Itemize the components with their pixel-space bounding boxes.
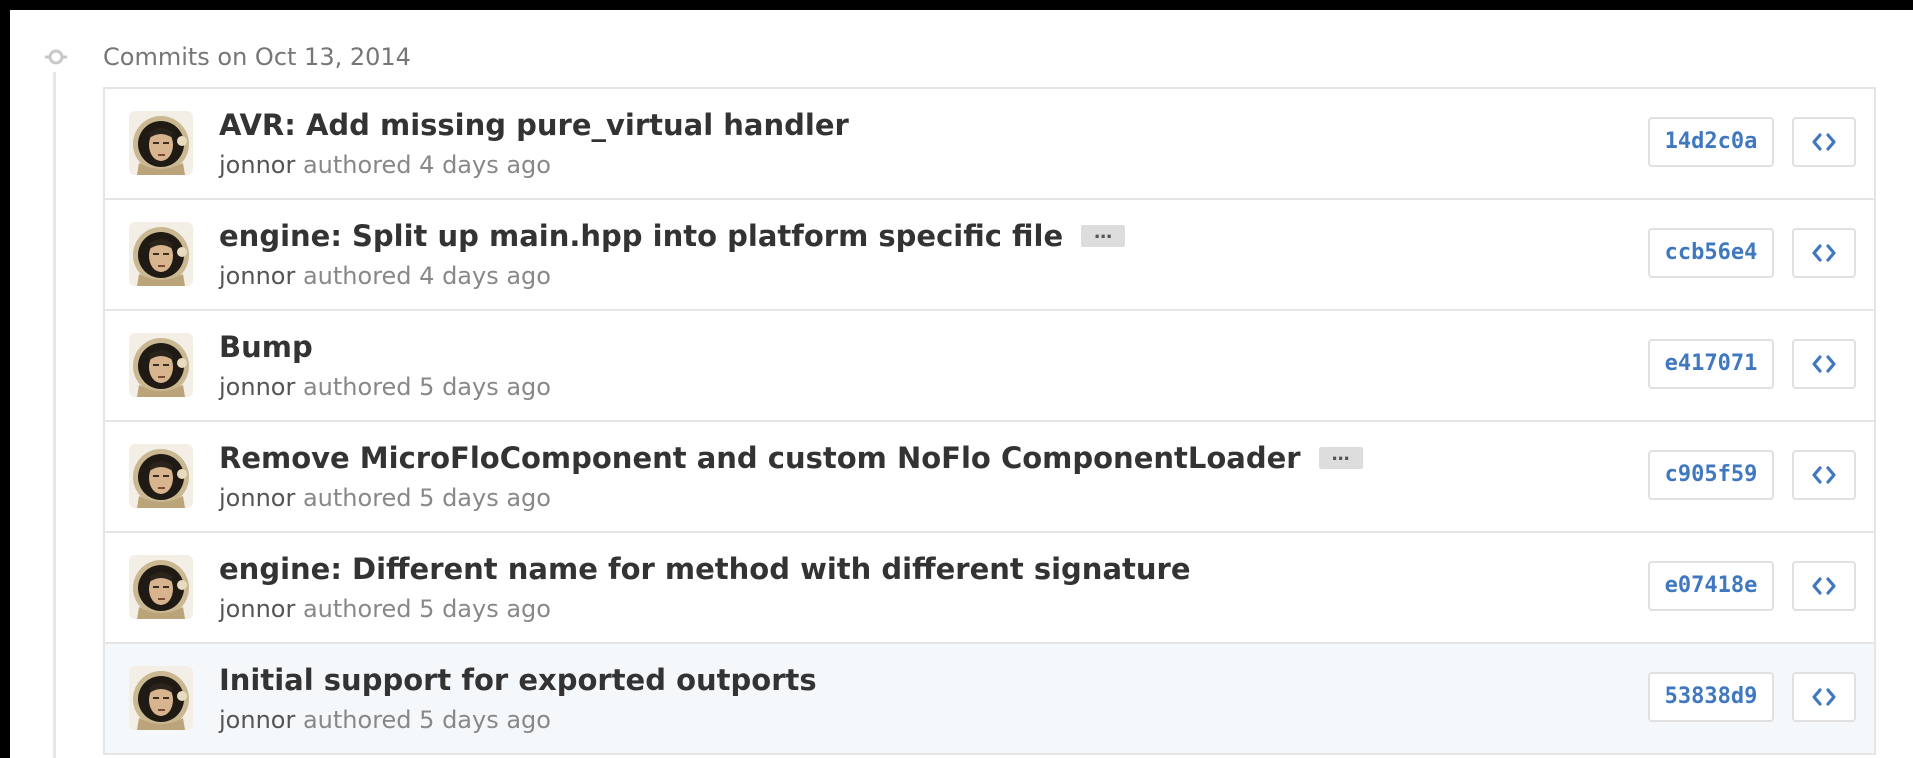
commit-time: 5 days ago bbox=[419, 595, 551, 623]
code-icon bbox=[1812, 244, 1836, 262]
commit-meta: jonnor authored 5 days ago bbox=[219, 369, 551, 405]
commit-author-link[interactable]: jonnor bbox=[219, 262, 295, 290]
commit-action-text: authored bbox=[302, 706, 412, 734]
avatar[interactable] bbox=[129, 222, 193, 286]
commit-row: Bump jonnor authored 5 days ago e417071 bbox=[105, 311, 1874, 422]
commit-message-line: Initial support for exported outports bbox=[219, 660, 817, 700]
avatar[interactable] bbox=[129, 444, 193, 508]
expand-description-button[interactable]: … bbox=[1081, 224, 1126, 247]
timeline-line bbox=[53, 72, 56, 758]
browse-code-button[interactable] bbox=[1792, 672, 1856, 722]
commit-author-link[interactable]: jonnor bbox=[219, 706, 295, 734]
astronaut-avatar bbox=[129, 666, 193, 730]
commit-row: Initial support for exported outports jo… bbox=[105, 644, 1874, 755]
code-icon bbox=[1812, 577, 1836, 595]
commit-sha-button[interactable]: c905f59 bbox=[1648, 450, 1774, 500]
browse-code-button[interactable] bbox=[1792, 228, 1856, 278]
commit-message-line: AVR: Add missing pure_virtual handler bbox=[219, 105, 849, 145]
commit-row: AVR: Add missing pure_virtual handler jo… bbox=[105, 89, 1874, 200]
commit-meta: jonnor authored 4 days ago bbox=[219, 258, 551, 294]
commit-title-link[interactable]: AVR: Add missing pure_virtual handler bbox=[219, 105, 849, 145]
browse-code-button[interactable] bbox=[1792, 117, 1856, 167]
commit-sha-button[interactable]: 53838d9 bbox=[1648, 672, 1774, 722]
avatar[interactable] bbox=[129, 666, 193, 730]
commit-meta: jonnor authored 5 days ago bbox=[219, 591, 551, 627]
commit-sha-button[interactable]: ccb56e4 bbox=[1648, 228, 1774, 278]
browse-code-button[interactable] bbox=[1792, 339, 1856, 389]
commit-time: 5 days ago bbox=[419, 373, 551, 401]
code-icon bbox=[1812, 133, 1836, 151]
expand-description-button[interactable]: … bbox=[1318, 446, 1363, 469]
astronaut-avatar bbox=[129, 222, 193, 286]
commit-action-text: authored bbox=[302, 595, 412, 623]
commit-meta: jonnor authored 5 days ago bbox=[219, 480, 551, 516]
commit-action-text: authored bbox=[302, 373, 412, 401]
commit-message-line: engine: Split up main.hpp into platform … bbox=[219, 216, 1126, 256]
commit-author-link[interactable]: jonnor bbox=[219, 373, 295, 401]
commit-sha-button[interactable]: e07418e bbox=[1648, 561, 1774, 611]
commit-group-title: Commits on Oct 13, 2014 bbox=[103, 43, 411, 71]
commit-action-text: authored bbox=[302, 262, 412, 290]
astronaut-avatar bbox=[129, 555, 193, 619]
commit-title-link[interactable]: Initial support for exported outports bbox=[219, 660, 817, 700]
commit-sha-button[interactable]: 14d2c0a bbox=[1648, 117, 1774, 167]
commit-row: engine: Different name for method with d… bbox=[105, 533, 1874, 644]
astronaut-avatar bbox=[129, 333, 193, 397]
commit-sha-button[interactable]: e417071 bbox=[1648, 339, 1774, 389]
commit-title-link[interactable]: Remove MicroFloComponent and custom NoFl… bbox=[219, 438, 1301, 478]
commit-meta: jonnor authored 4 days ago bbox=[219, 147, 551, 183]
avatar[interactable] bbox=[129, 111, 193, 175]
commit-message-line: Bump bbox=[219, 327, 313, 367]
commit-author-link[interactable]: jonnor bbox=[219, 595, 295, 623]
commit-message-line: Remove MicroFloComponent and custom NoFl… bbox=[219, 438, 1363, 478]
commit-time: 4 days ago bbox=[419, 151, 551, 179]
avatar[interactable] bbox=[129, 333, 193, 397]
commit-row: Remove MicroFloComponent and custom NoFl… bbox=[105, 422, 1874, 533]
astronaut-avatar bbox=[129, 444, 193, 508]
browse-code-button[interactable] bbox=[1792, 561, 1856, 611]
commit-list: AVR: Add missing pure_virtual handler jo… bbox=[103, 87, 1876, 755]
code-icon bbox=[1812, 355, 1836, 373]
commit-title-link[interactable]: engine: Split up main.hpp into platform … bbox=[219, 216, 1063, 256]
commit-title-link[interactable]: Bump bbox=[219, 327, 313, 367]
commit-title-link[interactable]: engine: Different name for method with d… bbox=[219, 549, 1191, 589]
commit-message-line: engine: Different name for method with d… bbox=[219, 549, 1191, 589]
astronaut-avatar bbox=[129, 111, 193, 175]
commit-meta: jonnor authored 5 days ago bbox=[219, 702, 551, 738]
commit-time: 4 days ago bbox=[419, 262, 551, 290]
commit-time: 5 days ago bbox=[419, 706, 551, 734]
code-icon bbox=[1812, 688, 1836, 706]
commit-action-text: authored bbox=[302, 484, 412, 512]
browse-code-button[interactable] bbox=[1792, 450, 1856, 500]
commit-row: engine: Split up main.hpp into platform … bbox=[105, 200, 1874, 311]
commit-author-link[interactable]: jonnor bbox=[219, 151, 295, 179]
avatar[interactable] bbox=[129, 555, 193, 619]
commit-time: 5 days ago bbox=[419, 484, 551, 512]
git-commit-icon bbox=[45, 46, 67, 68]
commit-action-text: authored bbox=[302, 151, 412, 179]
commit-author-link[interactable]: jonnor bbox=[219, 484, 295, 512]
code-icon bbox=[1812, 466, 1836, 484]
commit-history-page: Commits on Oct 13, 2014 AVR: Add missing… bbox=[10, 10, 1913, 758]
